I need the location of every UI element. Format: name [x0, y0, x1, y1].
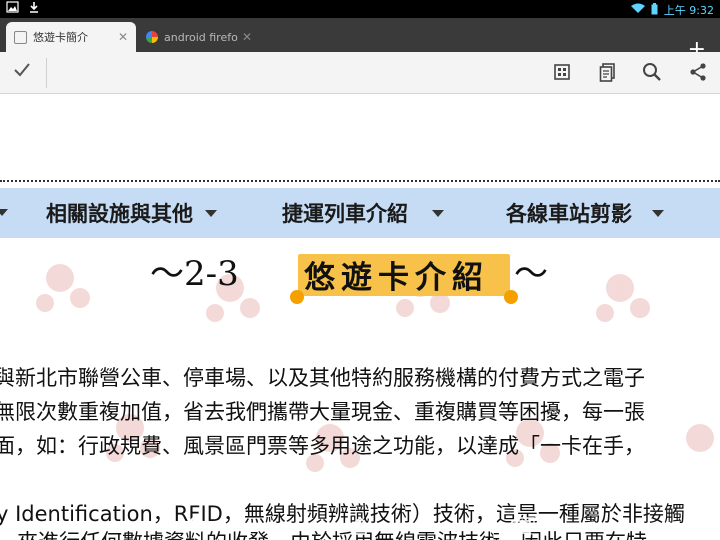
section-title: 悠遊卡介紹 [304, 260, 489, 296]
search-icon[interactable] [4, 516, 16, 535]
back-icon[interactable] [184, 516, 208, 538]
search-icon[interactable] [640, 60, 664, 84]
nav-item-facilities[interactable]: 相關設施與其他 [46, 198, 217, 228]
site-nav-bar: 相關設施與其他 捷運列車介紹 各線車站剪影 [0, 188, 720, 238]
dotted-divider [0, 180, 720, 182]
tab-strip: 悠遊卡簡介 ✕ android firefox ✕ + [0, 18, 720, 62]
nav-item-label: 捷運列車介紹 [282, 202, 408, 226]
chevron-down-icon [652, 209, 664, 217]
photo-notification-icon [6, 1, 20, 15]
status-bar: 上午 9:32 [0, 0, 720, 18]
paragraph-line: 無限次數重複加值，省去我們攜帶大量現金、重複購買等困擾，每一張 [0, 400, 645, 424]
tab-android-firefox[interactable]: android firefox ✕ [138, 22, 260, 52]
reader-icon[interactable] [550, 60, 574, 84]
paragraph-line: 面，如：行政規費、風景區門票等多用途之功能，以達成「一卡在手， [0, 434, 645, 458]
paragraph-line: 與新北市聯營公車、停車場、以及其他特約服務機構的付費方式之電子 [0, 366, 645, 390]
nav-item-label: 相關設施與其他 [46, 202, 193, 226]
tab-title: android firefox [164, 30, 238, 44]
menu-icon[interactable] [704, 516, 710, 536]
tab-title: 悠遊卡簡介 [33, 31, 88, 44]
checkmark-icon[interactable] [12, 60, 32, 85]
clock: 上午 9:32 [663, 4, 714, 17]
badge-dot [290, 290, 304, 304]
battery-icon [651, 2, 658, 18]
tab-current[interactable]: 悠遊卡簡介 ✕ [6, 22, 136, 52]
section-heading-suffix: ～ [514, 254, 548, 294]
toolbar-divider [46, 58, 47, 88]
browser-toolbar [0, 52, 720, 94]
system-nav-bar [0, 514, 720, 540]
google-favicon-icon [146, 31, 158, 43]
page-favicon-icon [14, 30, 27, 44]
close-tab-icon[interactable]: ✕ [118, 30, 128, 44]
section-heading-prefix: ～2-3 [150, 254, 239, 294]
chevron-down-icon [0, 209, 8, 216]
chevron-down-icon [205, 209, 217, 217]
web-page: 相關設施與其他 捷運列車介紹 各線車站剪影 ～2-3 悠遊卡介紹 ～ 與新北市聯… [0, 94, 720, 540]
chevron-down-icon [432, 209, 444, 217]
close-tab-icon[interactable]: ✕ [242, 30, 252, 44]
recent-apps-icon[interactable] [510, 516, 536, 538]
nav-item-trains[interactable]: 捷運列車介紹 [282, 198, 444, 228]
download-notification-icon [28, 1, 42, 15]
nav-item-stations[interactable]: 各線車站剪影 [506, 198, 664, 228]
share-icon[interactable] [686, 60, 710, 84]
reading-list-icon[interactable] [596, 60, 620, 84]
home-icon[interactable] [348, 516, 372, 540]
wifi-icon [630, 3, 645, 17]
nav-item-label: 各線車站剪影 [506, 202, 632, 226]
